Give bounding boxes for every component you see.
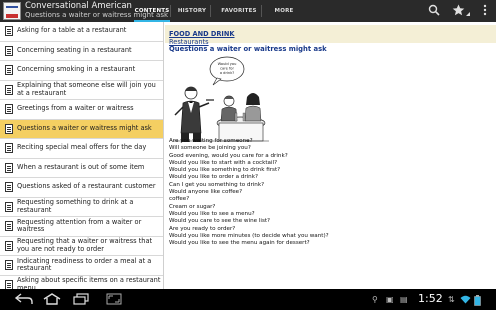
document-icon <box>5 26 13 37</box>
svg-text:a drink?: a drink? <box>220 71 234 75</box>
document-icon <box>5 104 13 115</box>
list-item[interactable]: Asking for a table at a restaurant <box>0 22 163 42</box>
tab-contents[interactable]: CONTENTS <box>134 0 170 22</box>
app-logo-icon[interactable] <box>3 2 21 20</box>
battery-icon <box>474 295 481 308</box>
document-icon <box>5 143 13 154</box>
list-item[interactable]: Requesting something to drink at a resta… <box>0 198 163 217</box>
wifi-icon <box>460 295 471 306</box>
document-icon <box>5 221 13 232</box>
action-bar: Conversational American Questions a wait… <box>0 0 496 22</box>
phrase[interactable]: Good evening, would you care for a drink… <box>169 153 489 160</box>
list-item[interactable]: Reciting special meal offers for the day <box>0 139 163 159</box>
overflow-menu-icon[interactable] <box>478 4 492 18</box>
app-title: Conversational American <box>25 1 132 11</box>
data-sync-icon: ⇅ <box>448 295 455 304</box>
category-link[interactable]: FOOD AND DRINK <box>169 30 235 38</box>
document-icon <box>5 240 13 251</box>
list-item[interactable]: Questions asked of a restaurant customer <box>0 178 163 198</box>
page-title: Questions a waiter or waitress might ask <box>169 45 327 53</box>
notification-icon: ▣ <box>386 295 394 304</box>
phrase[interactable]: Would you like to see the menu again for… <box>169 240 489 247</box>
phrase[interactable]: Cream or sugar? <box>169 204 489 211</box>
phrase[interactable]: Can I get you something to drink? <box>169 182 489 189</box>
sd-card-icon: ▤ <box>400 295 408 304</box>
phrase-list: Are you waiting for someone? Will someon… <box>169 138 489 247</box>
document-icon <box>5 84 13 95</box>
category-header: FOOD AND DRINK Restaurants <box>165 25 496 46</box>
list-item[interactable]: Greetings from a waiter or waitress <box>0 100 163 120</box>
content-panel: FOOD AND DRINK Restaurants Questions a w… <box>165 22 496 289</box>
phrase[interactable]: coffee? <box>169 196 489 203</box>
list-item[interactable]: Requesting attention from a waiter or wa… <box>0 217 163 237</box>
topic-list: Asking for a table at a restaurant Conce… <box>0 22 164 289</box>
waiter-illustration: Would you care for a drink? <box>173 56 269 142</box>
screenshot-icon[interactable] <box>106 293 122 306</box>
star-icon[interactable] <box>451 4 465 18</box>
document-icon <box>5 45 13 56</box>
phrase[interactable]: Would you like to see a menu? <box>169 211 489 218</box>
list-item[interactable]: Concerning smoking in a restaurant <box>0 61 163 81</box>
system-nav-bar: ⚲ ▣ ▤ 1:52 ⇅ <box>0 289 496 310</box>
document-icon <box>5 162 13 173</box>
document-icon <box>5 123 13 134</box>
list-item-selected[interactable]: Questions a waiter or waitress might ask <box>0 119 163 139</box>
phrase[interactable]: Would anyone like coffee? <box>169 189 489 196</box>
phrase[interactable]: Will someone be joining you? <box>169 145 489 152</box>
list-item[interactable]: Asking about specific items on a restaur… <box>0 276 163 289</box>
recent-apps-icon[interactable] <box>72 293 90 306</box>
tab-bar: CONTENTS HISTORY FAVORITES MORE <box>134 0 300 22</box>
tab-more[interactable]: MORE <box>268 0 300 22</box>
tab-history[interactable]: HISTORY <box>174 0 210 22</box>
phrase[interactable]: Would you like to start with a cocktail? <box>169 160 489 167</box>
document-icon <box>5 65 13 76</box>
svg-text:care for: care for <box>220 67 234 71</box>
search-icon[interactable] <box>427 4 441 18</box>
phrase[interactable]: Would you care to see the wine list? <box>169 218 489 225</box>
tab-favorites[interactable]: FAVORITES <box>217 0 261 22</box>
phrase[interactable]: Would you like to order a drink? <box>169 174 489 181</box>
phrase[interactable]: Are you ready to order? <box>169 226 489 233</box>
list-item[interactable]: Requesting that a waiter or waitress tha… <box>0 237 163 256</box>
back-icon[interactable] <box>14 293 34 306</box>
document-icon <box>5 182 13 193</box>
list-item[interactable]: When a restaurant is out of some item <box>0 159 163 178</box>
dropdown-corner-icon <box>466 12 470 16</box>
list-item[interactable]: Indicating readiness to order a meal at … <box>0 256 163 276</box>
list-item[interactable]: Concerning seating in a restaurant <box>0 42 163 61</box>
home-icon[interactable] <box>42 293 62 306</box>
svg-text:Would you: Would you <box>218 62 237 66</box>
phrase[interactable]: Would you like more minutes (to decide w… <box>169 233 489 240</box>
document-icon <box>5 201 13 212</box>
document-icon <box>5 260 13 271</box>
document-icon <box>5 279 13 289</box>
usb-icon: ⚲ <box>372 295 378 304</box>
phrase[interactable]: Are you waiting for someone? <box>169 138 489 145</box>
phrase[interactable]: Would you like something to drink first? <box>169 167 489 174</box>
clock[interactable]: 1:52 <box>418 292 443 305</box>
list-item[interactable]: Explaining that someone else will join y… <box>0 81 163 100</box>
